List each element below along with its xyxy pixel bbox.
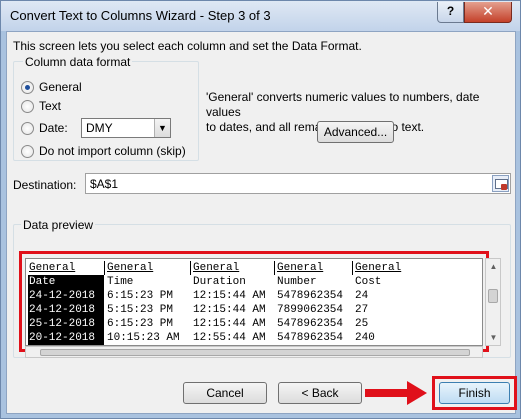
chevron-down-icon[interactable]: ▼ (154, 119, 170, 137)
table-cell[interactable]: 24-12-2018 (28, 289, 104, 303)
radio-general-circle[interactable] (21, 80, 34, 94)
table-cell[interactable]: 6:15:23 PM (106, 289, 173, 303)
scroll-thumb[interactable] (488, 289, 498, 303)
column-break[interactable] (274, 261, 275, 275)
table-cell[interactable]: 24-12-2018 (28, 303, 104, 317)
radio-date[interactable]: Date: (21, 121, 68, 135)
advanced-button[interactable]: Advanced... (317, 121, 394, 143)
table-cell[interactable]: 7899062354 (276, 303, 343, 317)
table-cell[interactable]: 12:15:44 AM (192, 317, 266, 331)
preview-horizontal-scrollbar[interactable] (25, 346, 483, 358)
table-cell[interactable]: 24 (354, 289, 368, 303)
radio-general[interactable]: General (21, 80, 82, 94)
column-type-cost[interactable]: General (354, 261, 401, 275)
table-cell[interactable]: 5478962354 (276, 289, 343, 303)
header-cell-duration[interactable]: Duration (192, 275, 246, 289)
preview-vertical-scrollbar[interactable]: ▲ ▼ (485, 258, 501, 346)
table-cell[interactable]: 240 (354, 331, 375, 345)
column-format-label: Column data format (23, 55, 133, 69)
column-type-date[interactable]: General (28, 261, 75, 275)
radio-skip-label: Do not import column (skip) (39, 144, 186, 158)
table-cell[interactable]: 12:15:44 AM (192, 303, 266, 317)
header-cell-number[interactable]: Number (276, 275, 317, 289)
table-cell[interactable]: 25 (354, 317, 368, 331)
table-row: 24-12-2018 5:15:23 PM 12:15:44 AM 789906… (26, 303, 482, 317)
destination-input[interactable]: $A$1 (85, 173, 511, 194)
header-cell-date[interactable]: Date (28, 275, 104, 289)
table-cell[interactable]: 25-12-2018 (28, 317, 104, 331)
column-type-row: General General General General General (26, 261, 482, 275)
back-button[interactable]: < Back (278, 382, 362, 404)
help-icon[interactable]: ? (437, 2, 464, 23)
table-row: 20-12-2018 10:15:23 AM 12:55:44 AM 54789… (26, 331, 482, 345)
radio-skip[interactable]: Do not import column (skip) (21, 144, 186, 158)
header-cell-cost[interactable]: Cost (354, 275, 381, 289)
scroll-down-icon[interactable]: ▼ (487, 331, 500, 344)
radio-general-label: General (39, 80, 82, 94)
column-break[interactable] (190, 261, 191, 275)
finish-highlight-box: Finish (432, 376, 517, 410)
range-select-icon[interactable] (492, 175, 509, 192)
scroll-thumb[interactable] (40, 349, 470, 356)
cancel-button[interactable]: Cancel (183, 382, 267, 404)
dialog-body: This screen lets you select each column … (6, 31, 517, 414)
window-title: Convert Text to Columns Wizard - Step 3 … (10, 8, 271, 23)
table-row: 24-12-2018 6:15:23 PM 12:15:44 AM 547896… (26, 289, 482, 303)
finish-button[interactable]: Finish (439, 382, 510, 404)
title-bar[interactable]: Convert Text to Columns Wizard - Step 3 … (1, 1, 520, 31)
scroll-up-icon[interactable]: ▲ (487, 260, 500, 273)
column-type-duration[interactable]: General (192, 261, 239, 275)
table-cell[interactable]: 5478962354 (276, 317, 343, 331)
column-type-number[interactable]: General (276, 261, 323, 275)
radio-text-circle[interactable] (21, 99, 34, 113)
date-format-value: DMY (86, 121, 113, 135)
table-cell[interactable]: 5:15:23 PM (106, 303, 173, 317)
data-preview-label: Data preview (21, 218, 96, 232)
format-info-line1: 'General' converts numeric values to num… (206, 90, 480, 119)
destination-label: Destination: (13, 178, 77, 192)
table-cell[interactable]: 27 (354, 303, 368, 317)
column-break[interactable] (352, 261, 353, 275)
table-row: 25-12-2018 6:15:23 PM 12:15:44 AM 547896… (26, 317, 482, 331)
header-cell-time[interactable]: Time (106, 275, 133, 289)
radio-text-label: Text (39, 99, 62, 113)
close-icon[interactable]: ✕ (464, 2, 512, 23)
radio-date-circle[interactable] (21, 121, 34, 135)
table-cell[interactable]: 20-12-2018 (28, 331, 104, 345)
destination-value: $A$1 (90, 177, 119, 191)
table-row: Date Time Duration Number Cost (26, 275, 482, 289)
column-type-time[interactable]: General (106, 261, 153, 275)
data-preview-grid[interactable]: General General General General General … (25, 258, 483, 346)
radio-skip-circle[interactable] (21, 144, 34, 158)
intro-text: This screen lets you select each column … (13, 39, 362, 53)
table-cell[interactable]: 10:15:23 AM (106, 331, 180, 345)
table-cell[interactable]: 12:15:44 AM (192, 289, 266, 303)
radio-text[interactable]: Text (21, 99, 61, 113)
wizard-window: Convert Text to Columns Wizard - Step 3 … (0, 0, 521, 419)
radio-date-label: Date: (39, 121, 68, 135)
table-cell[interactable]: 5478962354 (276, 331, 343, 345)
column-break[interactable] (104, 261, 105, 275)
arrow-right-icon (365, 381, 427, 405)
date-format-select[interactable]: DMY ▼ (81, 118, 171, 138)
table-cell[interactable]: 6:15:23 PM (106, 317, 173, 331)
table-cell[interactable]: 12:55:44 AM (192, 331, 266, 345)
